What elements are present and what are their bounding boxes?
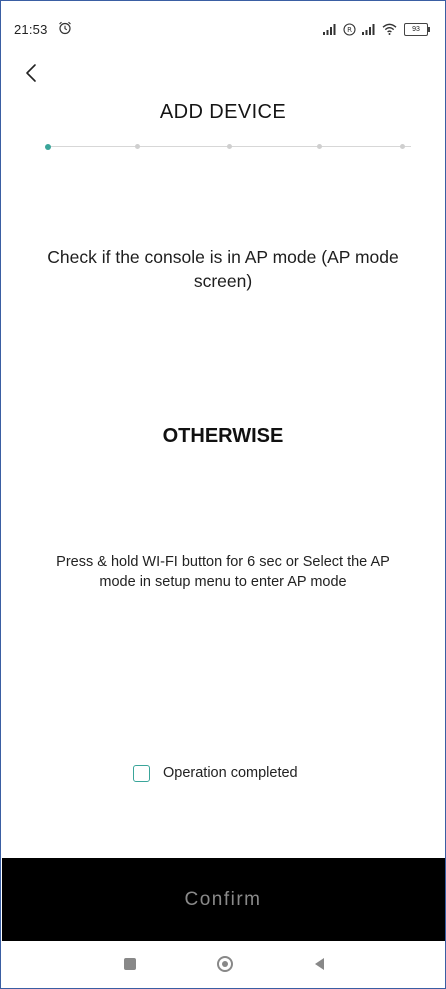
back-button[interactable] xyxy=(22,62,44,84)
step-dot-2 xyxy=(135,144,140,149)
step-progress-indicator xyxy=(45,140,415,154)
status-bar: 21:53 R 93 xyxy=(14,20,432,42)
secondary-instruction-text: Press & hold WI-FI button for 6 sec or S… xyxy=(56,554,390,590)
roaming-icon: R xyxy=(343,22,356,36)
wifi-icon xyxy=(382,23,397,35)
square-icon xyxy=(123,958,136,970)
step-dot-4 xyxy=(317,144,322,149)
svg-text:R: R xyxy=(347,26,352,34)
operation-completed-label: Operation completed xyxy=(163,765,298,781)
triangle-back-icon xyxy=(314,958,324,970)
confirm-button[interactable]: Confirm xyxy=(1,858,445,941)
nav-back-button[interactable] xyxy=(299,941,339,987)
alarm-clock-icon xyxy=(59,21,71,35)
battery-icon: 93 xyxy=(404,22,430,36)
signal-icon xyxy=(323,24,336,35)
system-nav-bar xyxy=(1,941,445,987)
nav-recents-button[interactable] xyxy=(110,941,150,987)
step-dot-5 xyxy=(400,144,405,149)
otherwise-heading: OTHERWISE xyxy=(162,425,284,447)
operation-completed-checkbox-row[interactable]: Operation completed xyxy=(133,762,298,784)
step-dot-3 xyxy=(227,144,232,149)
instruction-text: Check if the console is in AP mode (AP m… xyxy=(47,247,399,291)
operation-completed-checkbox[interactable] xyxy=(133,764,150,782)
status-icons: R 93 xyxy=(322,20,430,38)
page-title: ADD DEVICE xyxy=(159,101,287,123)
status-time: 21:53 xyxy=(14,22,48,37)
nav-home-button[interactable] xyxy=(205,941,245,987)
circle-icon xyxy=(216,956,233,972)
signal-icon-2 xyxy=(362,24,375,35)
step-dot-1 xyxy=(45,143,51,150)
